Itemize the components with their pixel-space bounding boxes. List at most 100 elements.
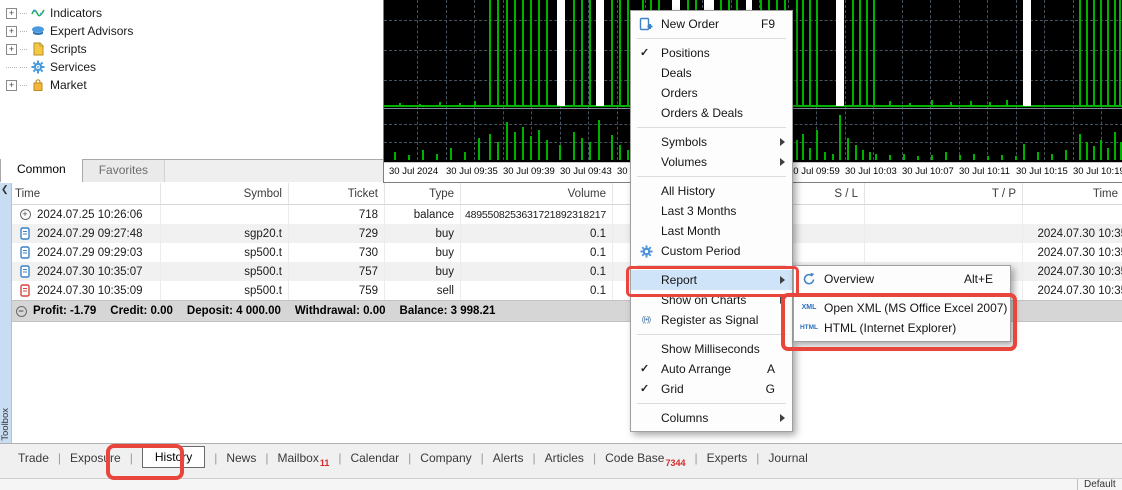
tab-articles[interactable]: Articles xyxy=(545,451,584,465)
overview-icon xyxy=(801,272,817,286)
menu-item-volumes[interactable]: Volumes xyxy=(631,152,792,172)
menu-item-new-order[interactable]: New OrderF9 xyxy=(631,14,792,34)
chart-volume-bar xyxy=(450,148,452,160)
chart-candle-bar xyxy=(573,0,575,106)
menu-item-orders-deals[interactable]: Orders & Deals xyxy=(631,103,792,123)
tab-unread-badge: 7344 xyxy=(665,458,685,468)
expand-plus-icon[interactable]: + xyxy=(6,44,17,55)
menu-item-grid[interactable]: ✓GridG xyxy=(631,379,792,399)
sidebar-item-market[interactable]: +Market xyxy=(4,76,382,94)
tab-divider: | xyxy=(756,451,759,465)
tab-experts[interactable]: Experts xyxy=(707,451,748,465)
chart-candle-bar xyxy=(611,0,613,106)
table-row[interactable]: +2024.07.25 10:26:06718balance4895508253… xyxy=(11,205,1122,224)
menu-item-label: Auto Arrange xyxy=(661,362,731,376)
toolbox-tab-bar: Trade|Exposure|History|News|Mailbox11|Ca… xyxy=(0,443,1122,478)
status-profile-label[interactable]: Default xyxy=(1077,479,1122,490)
menu-item-show-on-charts[interactable]: Show on Charts xyxy=(631,290,792,310)
column-header-time[interactable]: Time xyxy=(1023,183,1122,204)
submenu-item-html-internet-explorer-[interactable]: HTMLHTML (Internet Explorer) xyxy=(794,318,1010,338)
cell-time xyxy=(1023,205,1122,224)
menu-item-last-month[interactable]: Last Month xyxy=(631,221,792,241)
menu-item-all-history[interactable]: All History xyxy=(631,181,792,201)
cell-symbol xyxy=(161,205,289,224)
navigator-tab-favorites[interactable]: Favorites xyxy=(83,160,165,182)
menu-item-register-as-signal[interactable]: ((•))Register as Signal xyxy=(631,310,792,330)
tab-exposure[interactable]: Exposure xyxy=(70,451,121,465)
summary-part: Deposit: 4 000.00 xyxy=(187,305,281,317)
tab-company[interactable]: Company xyxy=(420,451,471,465)
cell-text: sell xyxy=(437,285,454,297)
table-row[interactable]: 2024.07.29 09:29:03sp500.t730buy0.12024.… xyxy=(11,243,1122,262)
sidebar-item-scripts[interactable]: +Scripts xyxy=(4,40,382,58)
menu-separator xyxy=(637,265,786,266)
column-header-tp[interactable]: T / P xyxy=(865,183,1023,204)
cell-text: 0.1 xyxy=(590,285,606,297)
sidebar-item-expert-advisors[interactable]: +Expert Advisors xyxy=(4,22,382,40)
sidebar-item-services[interactable]: Services xyxy=(4,58,382,76)
tab-label: Code Base xyxy=(605,451,664,465)
menu-item-label: Grid xyxy=(661,382,684,396)
column-header-volume[interactable]: Volume xyxy=(461,183,613,204)
menu-item-label: HTML (Internet Explorer) xyxy=(824,321,956,335)
column-header-symbol[interactable]: Symbol xyxy=(161,183,289,204)
tab-divider: | xyxy=(481,451,484,465)
balance-plus-icon: + xyxy=(19,208,31,221)
column-header-ticket[interactable]: Ticket xyxy=(289,183,385,204)
submenu-item-overview[interactable]: OverviewAlt+E xyxy=(794,269,1010,289)
navigator-tab-common[interactable]: Common xyxy=(0,159,83,182)
menu-item-report[interactable]: Report xyxy=(631,270,792,290)
menu-item-positions[interactable]: ✓Positions xyxy=(631,43,792,63)
cell-text: sp500.t xyxy=(244,266,282,278)
menu-item-columns[interactable]: Columns xyxy=(631,408,792,428)
new-order-icon xyxy=(639,17,654,31)
column-header-time[interactable]: Time xyxy=(11,183,161,204)
tab-label: Company xyxy=(420,451,471,465)
menu-item-orders[interactable]: Orders xyxy=(631,83,792,103)
tab-mailbox[interactable]: Mailbox11 xyxy=(277,451,329,465)
chart-volume-bar xyxy=(832,154,834,160)
tab-calendar[interactable]: Calendar xyxy=(350,451,399,465)
tab-history[interactable]: History xyxy=(142,446,205,468)
menu-item-show-milliseconds[interactable]: Show Milliseconds xyxy=(631,339,792,359)
tab-journal[interactable]: Journal xyxy=(768,451,807,465)
expand-plus-icon[interactable]: + xyxy=(6,26,17,37)
menu-item-last-3-months[interactable]: Last 3 Months xyxy=(631,201,792,221)
tab-divider: | xyxy=(694,451,697,465)
summary-part: Profit: -1.79 xyxy=(33,305,96,317)
expand-plus-icon[interactable]: + xyxy=(6,80,17,91)
tree-connector xyxy=(6,67,17,68)
cell-volume: 0.1 xyxy=(461,224,613,243)
chart-candle-bar xyxy=(546,0,548,106)
toolbox-side-strip[interactable]: ❮ Toolbox xyxy=(0,183,12,443)
collapse-arrow-icon[interactable]: ❮ xyxy=(1,185,9,194)
submenu-item-open-xml-ms-office-excel-2007-[interactable]: XMLOpen XML (MS Office Excel 2007) xyxy=(794,298,1010,318)
menu-item-auto-arrange[interactable]: ✓Auto ArrangeA xyxy=(631,359,792,379)
tab-trade[interactable]: Trade xyxy=(18,451,49,465)
cell-type: sell xyxy=(385,281,461,300)
cell-ticket: 757 xyxy=(289,262,385,281)
menu-item-symbols[interactable]: Symbols xyxy=(631,132,792,152)
table-row[interactable]: 2024.07.29 09:27:48sgp20.t729buy0.12024.… xyxy=(11,224,1122,243)
tab-news[interactable]: News xyxy=(226,451,256,465)
chart-volume-bar xyxy=(589,142,591,160)
scripts-file-icon xyxy=(31,42,45,56)
cell-text: 0.1 xyxy=(590,228,606,240)
chart-candle-bar xyxy=(627,0,629,106)
column-header-type[interactable]: Type xyxy=(385,183,461,204)
tab-label: Articles xyxy=(545,451,584,465)
market-bag-icon xyxy=(31,78,45,92)
tab-alerts[interactable]: Alerts xyxy=(493,451,524,465)
menu-item-custom-period[interactable]: Custom Period xyxy=(631,241,792,261)
report-submenu: OverviewAlt+E XMLOpen XML (MS Office Exce… xyxy=(793,265,1011,342)
sidebar-item-indicators[interactable]: +Indicators xyxy=(4,4,382,22)
tab-code-base[interactable]: Code Base7344 xyxy=(605,451,685,465)
chart-volume-bar xyxy=(522,127,524,160)
menu-item-deals[interactable]: Deals xyxy=(631,63,792,83)
chart-candle-bar xyxy=(1093,0,1095,106)
expand-plus-icon[interactable]: + xyxy=(6,8,17,19)
menu-item-label: New Order xyxy=(661,17,719,31)
status-bar: Default xyxy=(0,478,1122,490)
chart-volume-bar xyxy=(809,148,811,160)
cell-text: 2024.07.30 10:35:07 xyxy=(37,266,143,278)
